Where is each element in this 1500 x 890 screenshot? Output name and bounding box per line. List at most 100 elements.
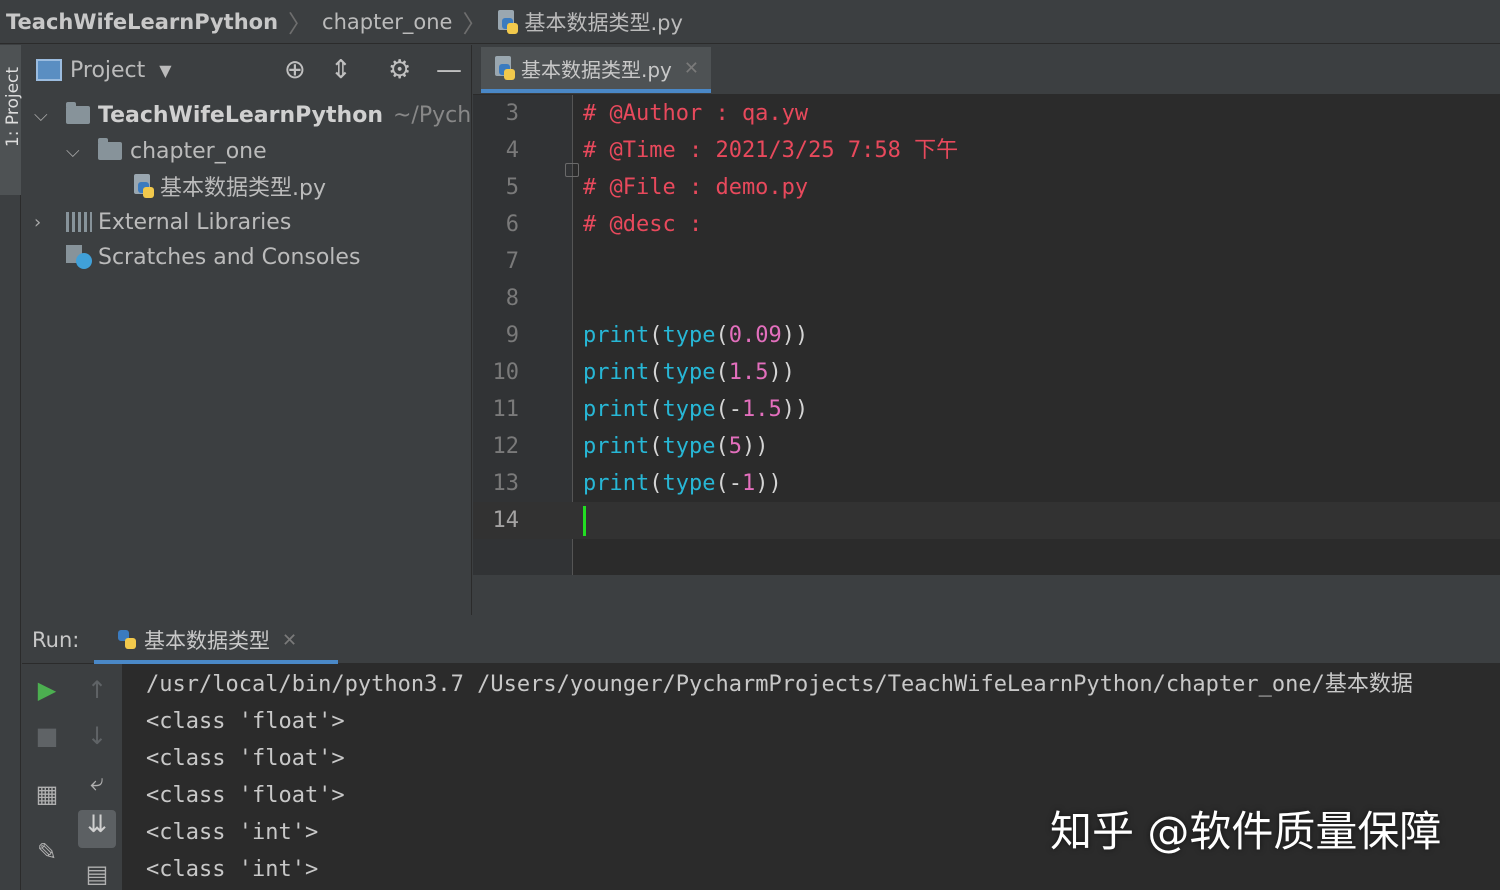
chevron-down-icon[interactable]: ▼ bbox=[159, 61, 171, 80]
breadcrumb-project[interactable]: TeachWifeLearnPython bbox=[6, 10, 278, 34]
libraries-icon bbox=[66, 212, 92, 232]
code-token: ( bbox=[649, 323, 663, 348]
code-token: type bbox=[662, 360, 716, 385]
run-tab[interactable]: 基本数据类型 ✕ bbox=[94, 620, 338, 664]
fold-icon[interactable] bbox=[565, 163, 579, 177]
breadcrumb-folder[interactable]: chapter_one bbox=[322, 10, 452, 34]
code-line[interactable]: 5 # @File : demo.py bbox=[473, 169, 1500, 206]
editor-tab[interactable]: 基本数据类型.py ✕ bbox=[481, 47, 711, 93]
navigation-bar: TeachWifeLearnPython 〉 chapter_one 〉 基本数… bbox=[0, 0, 1500, 44]
code-text: print(type(-1)) bbox=[583, 465, 782, 502]
line-number: 6 bbox=[505, 212, 519, 237]
chevron-down-icon[interactable]: ⌵ bbox=[34, 105, 52, 126]
tree-folder[interactable]: ⌵ chapter_one bbox=[66, 134, 267, 168]
python-file-icon bbox=[496, 9, 519, 34]
code-token: # @File : demo.py bbox=[583, 175, 809, 200]
code-token: type bbox=[662, 323, 716, 348]
scratches-icon bbox=[66, 245, 92, 269]
line-number: 14 bbox=[492, 508, 520, 533]
code-line[interactable]: 9 print(type(0.09)) bbox=[473, 317, 1500, 354]
code-token: ( bbox=[649, 397, 663, 422]
console-line: <class 'float'> bbox=[146, 709, 345, 734]
code-text: # @desc : bbox=[583, 206, 702, 243]
line-number: 4 bbox=[505, 138, 519, 163]
code-token: print bbox=[583, 323, 650, 348]
code-line[interactable]: 10 print(type(1.5)) bbox=[473, 354, 1500, 391]
stop-icon[interactable]: ■ bbox=[32, 722, 62, 750]
project-panel-header: Project ▼ ⊕ ⇕ ⚙ — bbox=[22, 45, 471, 95]
close-icon[interactable]: ✕ bbox=[282, 630, 297, 651]
gear-icon[interactable]: ⚙ bbox=[388, 57, 411, 83]
left-tool-strip: 1: Project e bbox=[0, 45, 23, 890]
code-token: print bbox=[583, 434, 650, 459]
tree-root-label: TeachWifeLearnPython bbox=[98, 102, 383, 128]
tree-scratches[interactable]: Scratches and Consoles bbox=[66, 240, 360, 274]
code-token: print bbox=[583, 471, 650, 496]
rerun-icon[interactable]: ▶ bbox=[32, 676, 62, 704]
console-line: <class 'int'> bbox=[146, 857, 319, 882]
text-caret bbox=[583, 506, 586, 536]
console-line: <class 'int'> bbox=[146, 820, 319, 845]
code-text: print(type(-1.5)) bbox=[583, 391, 808, 428]
code-line[interactable]: 11 print(type(-1.5)) bbox=[473, 391, 1500, 428]
code-token: type bbox=[662, 434, 716, 459]
project-view-selector[interactable]: Project bbox=[70, 58, 145, 83]
line-number: 7 bbox=[505, 249, 519, 274]
close-icon[interactable]: ✕ bbox=[684, 58, 699, 79]
tree-external-libraries[interactable]: › External Libraries bbox=[34, 205, 291, 239]
code-token: ( bbox=[649, 471, 663, 496]
code-token: )) bbox=[741, 434, 769, 459]
print-icon[interactable]: ▤ bbox=[82, 860, 112, 888]
locate-icon[interactable]: ⊕ bbox=[284, 57, 306, 83]
console-line: <class 'float'> bbox=[146, 783, 345, 808]
code-line[interactable]: 14 bbox=[473, 502, 1500, 539]
chevron-right-icon[interactable]: › bbox=[34, 212, 52, 233]
tree-file[interactable]: 基本数据类型.py bbox=[132, 169, 326, 203]
folder-icon bbox=[98, 138, 122, 160]
code-token: # @Time : 2021/3/25 7:58 下午 bbox=[583, 138, 959, 163]
code-line[interactable]: 6 # @desc : bbox=[473, 206, 1500, 243]
project-tool-tab[interactable]: 1: Project bbox=[0, 45, 23, 195]
scroll-to-end-icon[interactable]: ⇊ bbox=[78, 810, 116, 848]
code-token: 5 bbox=[728, 434, 742, 459]
editor-tab-bar: 基本数据类型.py ✕ bbox=[473, 45, 1500, 95]
python-file-icon bbox=[493, 56, 515, 80]
code-token: )) bbox=[781, 397, 809, 422]
code-token: )) bbox=[755, 471, 782, 496]
folder-icon bbox=[66, 102, 90, 124]
hide-icon[interactable]: — bbox=[436, 57, 462, 83]
code-token: (- bbox=[715, 397, 742, 422]
arrow-up-icon[interactable]: ↑ bbox=[82, 676, 112, 704]
editor-bottom-area bbox=[473, 575, 1500, 615]
code-token: # @desc : bbox=[583, 212, 703, 237]
soft-wrap-icon[interactable]: ⤶ bbox=[82, 768, 112, 796]
line-number: 13 bbox=[492, 471, 520, 496]
code-line[interactable]: 4 # @Time : 2021/3/25 7:58 下午 bbox=[473, 132, 1500, 169]
layout-icon[interactable]: ▦ bbox=[32, 780, 62, 808]
collapse-all-icon[interactable]: ⇕ bbox=[330, 57, 352, 83]
breadcrumb-file[interactable]: 基本数据类型.py bbox=[524, 7, 682, 37]
code-text: print(type(5)) bbox=[583, 428, 768, 465]
code-token: print bbox=[583, 397, 650, 422]
code-token: 0.09 bbox=[728, 323, 782, 348]
code-line[interactable]: 7 bbox=[473, 243, 1500, 280]
line-number: 9 bbox=[505, 323, 519, 348]
tree-root[interactable]: ⌵ TeachWifeLearnPython ~/PycharmProjects bbox=[34, 98, 471, 132]
console-line: /usr/local/bin/python3.7 /Users/younger/… bbox=[146, 672, 1413, 697]
watermark: 知乎 @软件质量保障 bbox=[1050, 807, 1442, 856]
code-line[interactable]: 3 # @Author : qa.yw bbox=[473, 95, 1500, 132]
arrow-down-icon[interactable]: ↓ bbox=[82, 722, 112, 750]
pin-icon[interactable]: ✎ bbox=[32, 838, 62, 866]
line-number: 10 bbox=[492, 360, 520, 385]
code-editor[interactable]: 3 # @Author : qa.yw 4 # @Time : 2021/3/25 7… bbox=[473, 95, 1500, 575]
code-line[interactable]: 12 print(type(5)) bbox=[473, 428, 1500, 465]
code-token: print bbox=[583, 360, 650, 385]
chevron-down-icon[interactable]: ⌵ bbox=[66, 141, 84, 162]
project-panel: Project ▼ ⊕ ⇕ ⚙ — ⌵ TeachWifeLearnPython… bbox=[22, 45, 472, 615]
editor-tab-label: 基本数据类型.py bbox=[521, 57, 672, 82]
breadcrumb-separator-icon: 〉 bbox=[288, 10, 313, 38]
code-line[interactable]: 13 print(type(-1)) bbox=[473, 465, 1500, 502]
run-panel-header: Run: 基本数据类型 ✕ bbox=[22, 616, 1500, 664]
code-token: 1.5 bbox=[741, 397, 782, 422]
code-line[interactable]: 8 bbox=[473, 280, 1500, 317]
